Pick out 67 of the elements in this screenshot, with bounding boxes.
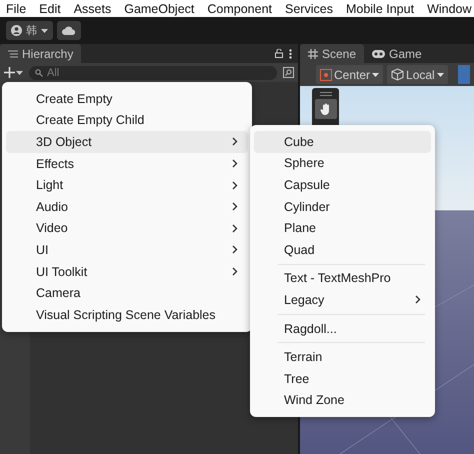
caret-icon [41,28,48,32]
menu-title[interactable]: Component [207,2,278,16]
caret-icon [436,72,444,76]
menu-item[interactable]: Video [6,218,248,240]
grid-icon [308,48,318,58]
hand-icon [320,102,332,116]
chevron-right-icon [232,202,238,212]
search-field[interactable]: All [29,66,277,80]
menu-item[interactable]: Terrain [254,346,431,368]
menu-item[interactable]: Effects [6,152,248,174]
menu-item[interactable]: UI [6,239,248,261]
kebab-menu-icon[interactable] [289,48,292,58]
menu-item[interactable]: Ragdoll... [254,318,431,340]
view-tab[interactable]: Scene [300,44,364,63]
menu-title[interactable]: GameObject [124,2,200,16]
menu-item[interactable]: Light [6,174,248,196]
menu-item[interactable]: Create Empty Child [6,110,248,132]
menu-item[interactable]: Text - TextMeshPro [254,268,431,290]
menu-item[interactable]: Capsule [254,174,431,196]
view-tab[interactable]: Game [364,44,430,63]
chevron-right-icon [232,137,238,146]
menu-item[interactable]: Camera [6,282,248,304]
chevron-right-icon [415,295,421,304]
menu-item[interactable]: Create Empty [6,88,248,110]
plus-icon [4,67,15,78]
list-icon [8,50,18,58]
menu-item[interactable]: Cube [254,131,431,153]
menu-title[interactable]: Mobile Input [346,2,420,16]
menu-item[interactable]: UI Toolkit [6,260,248,282]
caret-icon [372,72,380,76]
menu-title[interactable]: Assets [74,2,118,16]
menu-item[interactable]: Quad [254,238,431,261]
space-dropdown[interactable]: Local [387,65,448,84]
menu-item[interactable]: Tree [254,368,431,390]
menu-item[interactable]: Audio [6,196,248,218]
chevron-right-icon [232,267,238,276]
chevron-right-icon [232,245,238,254]
menu-item[interactable]: 3D Object [6,131,248,153]
chevron-right-icon [232,159,238,168]
lock-icon[interactable] [275,49,283,58]
pivot-dropdown[interactable]: Center [316,65,384,84]
pivot-icon [320,68,332,80]
chevron-right-icon [232,224,238,233]
hand-tool-button[interactable] [314,99,336,119]
menu-item[interactable]: Sphere [254,152,431,174]
menu-item[interactable]: Cylinder [254,196,431,218]
cloud-icon [62,26,76,35]
hierarchy-tab[interactable]: Hierarchy [0,44,82,63]
menu-title[interactable]: Edit [39,2,67,16]
caret-icon [16,70,23,74]
chevron-right-icon [232,180,238,190]
account-button[interactable]: 韩 [6,21,53,40]
menu-item[interactable]: Wind Zone [254,390,431,412]
menu-title[interactable]: Services [285,2,339,16]
cloud-button[interactable] [57,21,81,40]
add-button[interactable] [4,67,23,78]
drag-handle-icon[interactable] [320,92,332,96]
menu-item[interactable]: Legacy [254,289,431,311]
menu-item[interactable]: Plane [254,217,431,239]
menu-item[interactable]: Visual Scripting Scene Variables [6,304,248,326]
cube-icon [391,68,404,81]
menu-title[interactable]: File [6,2,32,16]
menu-title[interactable]: Window [427,2,474,16]
gamepad-icon [372,50,386,58]
user-icon [11,25,22,36]
search-icon [35,68,43,76]
scene-search-icon[interactable] [283,67,294,78]
